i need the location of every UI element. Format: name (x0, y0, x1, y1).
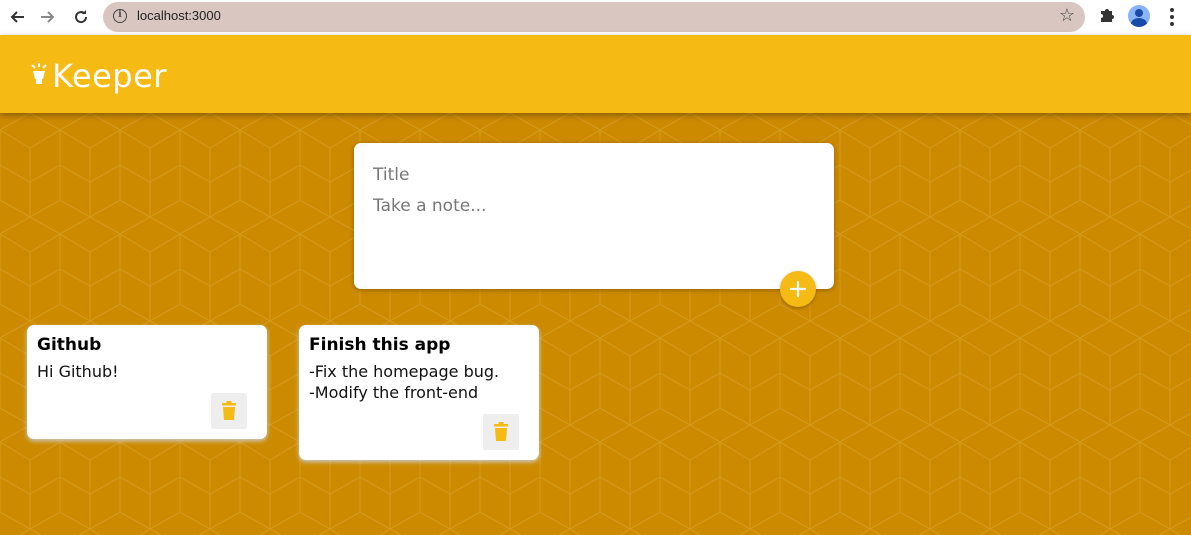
trash-icon (494, 422, 508, 441)
add-note-button[interactable] (780, 271, 816, 307)
app-title: Keeper (52, 57, 167, 95)
plus-icon (789, 280, 807, 298)
note-title-input[interactable] (373, 163, 813, 187)
reload-icon[interactable] (70, 6, 92, 28)
delete-note-button[interactable] (483, 414, 519, 450)
url-text: localhost:3000 (137, 8, 221, 23)
trash-icon (222, 401, 236, 420)
create-note-form (354, 143, 834, 289)
profile-avatar[interactable] (1128, 5, 1150, 27)
app-header: Keeper (0, 35, 1191, 113)
browser-toolbar: i localhost:3000 ☆ (0, 0, 1191, 36)
bookmark-star-icon[interactable]: ☆ (1059, 5, 1075, 26)
note-title: Github (37, 335, 102, 355)
address-bar[interactable]: i localhost:3000 ☆ (103, 2, 1085, 32)
extensions-puzzle-icon[interactable] (1098, 6, 1116, 24)
delete-note-button[interactable] (211, 393, 247, 429)
note-card: Finish this app -Fix the homepage bug. -… (299, 325, 539, 460)
back-arrow-icon[interactable] (6, 6, 28, 28)
note-content: -Fix the homepage bug. -Modify the front… (309, 362, 500, 402)
browser-menu-icon[interactable] (1162, 6, 1182, 28)
note-title: Finish this app (309, 335, 451, 355)
info-icon[interactable]: i (113, 9, 127, 23)
note-card: Github Hi Github! (27, 325, 267, 439)
note-content-input[interactable] (373, 196, 813, 266)
lamp-icon (30, 62, 48, 90)
note-content: Hi Github! (37, 362, 119, 381)
brand: Keeper (30, 57, 167, 95)
forward-arrow-icon[interactable] (37, 6, 59, 28)
